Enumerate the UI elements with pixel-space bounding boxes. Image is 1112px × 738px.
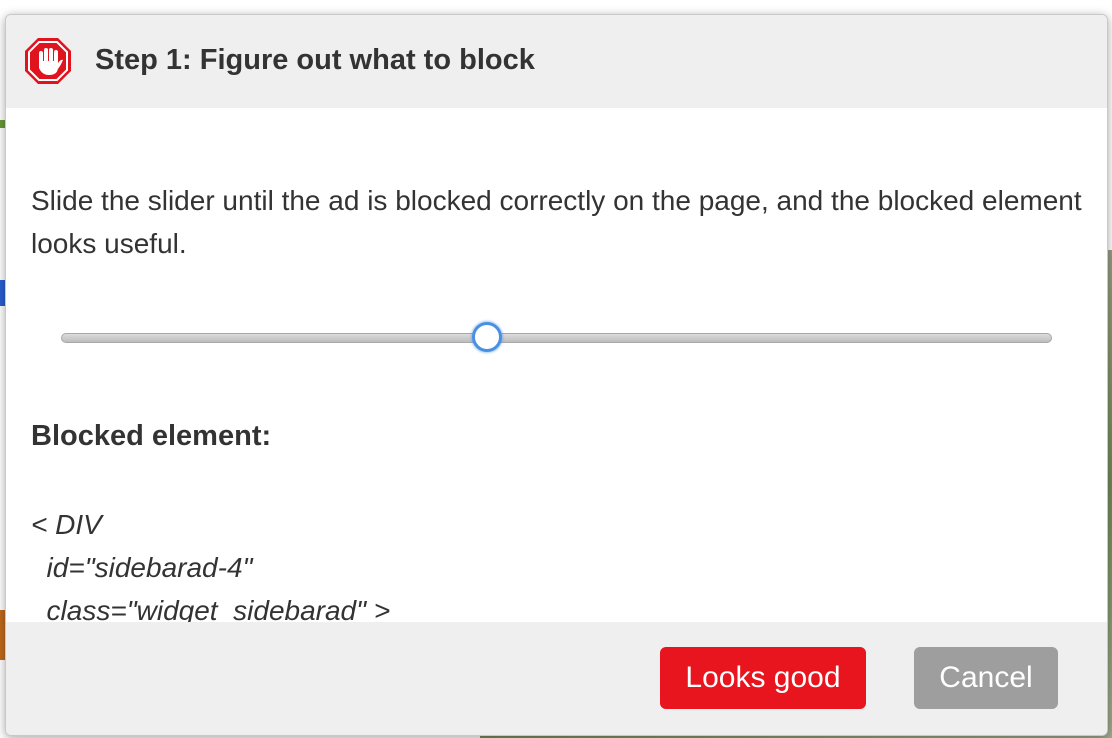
adblock-hand-stop-icon (25, 38, 71, 84)
slider-thumb[interactable] (472, 322, 503, 352)
dialog-body: Slide the slider until the ad is blocked… (6, 108, 1107, 626)
cancel-button[interactable]: Cancel (914, 647, 1058, 709)
adblock-dialog: Step 1: Figure out what to block Slide t… (5, 14, 1108, 736)
block-level-slider[interactable] (61, 322, 1052, 352)
dialog-title: Step 1: Figure out what to block (95, 44, 535, 76)
instructions-text: Slide the slider until the ad is blocked… (31, 185, 1082, 259)
code-line-id: id="sidebarad-4" (31, 552, 253, 583)
dialog-footer: Looks good Cancel (6, 622, 1107, 735)
blocked-element-code: < DIV id="sidebarad-4" class="widget_sid… (31, 503, 390, 632)
blocked-element-heading: Blocked element: (31, 420, 272, 452)
looks-good-button[interactable]: Looks good (660, 647, 866, 709)
code-line-tag: < DIV (31, 509, 102, 540)
dialog-header: Step 1: Figure out what to block (6, 15, 1107, 108)
